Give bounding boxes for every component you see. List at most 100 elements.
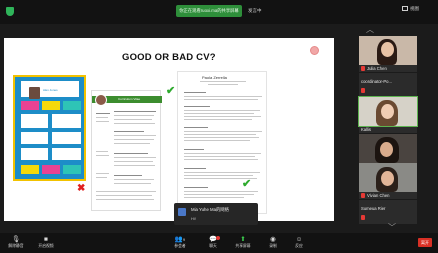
participant-name: Julia Chen	[367, 66, 387, 71]
cv-text-line	[184, 187, 208, 188]
cv-header: Alex Jones	[21, 81, 79, 99]
leave-button[interactable]: 离开	[418, 238, 432, 247]
cv-block	[21, 148, 48, 160]
cv-block	[21, 114, 48, 128]
checkmark-icon: ✔	[242, 178, 252, 190]
cv-text-line	[184, 116, 261, 117]
cv-text-line	[184, 99, 258, 100]
scroll-down-icon[interactable]: ﹀	[388, 222, 396, 233]
cv-text-line	[114, 143, 150, 144]
microphone-icon: 🎙	[11, 236, 21, 243]
top-bar: 你正在观看ruoxi.ma的共享屏幕 发言中 视图	[0, 0, 438, 24]
cv-photo	[95, 94, 107, 106]
cv-block	[52, 114, 81, 128]
participant-tile[interactable]: coordinator-Po...	[359, 73, 417, 97]
participant-tile[interactable]: Vivian Chen	[359, 163, 417, 199]
grid-view-icon	[402, 6, 408, 12]
muted-mic-icon	[361, 66, 365, 72]
scroll-up-icon[interactable]: ︿	[366, 24, 374, 35]
share-screen-icon: ⬆	[240, 236, 246, 243]
cv-block	[21, 165, 39, 174]
participant-tile-active-speaker[interactable]: Kallis	[358, 96, 418, 133]
participant-tile[interactable]: Sumeua Rier	[359, 200, 417, 224]
participant-name: Sumeua Rier	[361, 206, 386, 211]
cv-text-line	[96, 191, 156, 192]
record-button[interactable]: ◉ 录制	[261, 235, 285, 249]
chat-avatar-icon	[178, 208, 186, 216]
cv-text-line	[184, 106, 210, 107]
cv-text-line	[96, 121, 109, 122]
cv-text-line	[96, 177, 107, 178]
camera-icon: ■	[44, 236, 48, 243]
cv-text-line	[184, 149, 204, 150]
cv-text-line	[114, 179, 154, 180]
cv-text-line	[114, 139, 154, 140]
shared-screen: GOOD OR BAD CV? Alex Jones ✖ Curriculum …	[4, 38, 334, 221]
share-screen-button[interactable]: ⬆ 共享屏幕	[231, 235, 255, 249]
screen-share-banner[interactable]: 你正在观看ruoxi.ma的共享屏幕	[176, 5, 242, 17]
cv-block	[63, 165, 81, 174]
slide-title: GOOD OR BAD CV?	[122, 52, 216, 63]
chat-button[interactable]: 💬 聊天	[201, 235, 225, 249]
speaker-label: 发言中	[248, 8, 262, 13]
cv-name: Alex Jones	[43, 88, 58, 92]
participant-name: Vivian Chen	[367, 193, 390, 198]
cv-block	[21, 101, 39, 110]
participant-name: Kallis	[361, 127, 372, 132]
cv-text-line	[96, 195, 152, 196]
cv-text-line	[114, 131, 144, 132]
cv-thumbnail-green: Curriculum Vitae	[91, 90, 162, 211]
cv-text-line	[114, 123, 155, 124]
cv-text-line	[184, 175, 253, 176]
participant-video	[359, 36, 417, 65]
muted-mic-icon	[361, 88, 365, 94]
cv-text-line	[184, 168, 206, 169]
cv-text-line	[96, 173, 109, 174]
chat-icon: 💬	[208, 236, 218, 243]
chat-notification[interactable]: Mia Yuhe Ma的网络 Hi!	[174, 203, 258, 225]
participant-tile[interactable]: Julia Chen	[359, 36, 417, 72]
cv-text-line	[114, 161, 153, 162]
cv-text-line	[184, 153, 261, 154]
cv-thumbnail-classic: Paola Zerrella	[177, 71, 267, 214]
muted-mic-icon	[361, 193, 365, 199]
participants-button[interactable]: 👥9 参会者	[168, 235, 192, 249]
checkmark-icon: ✔	[166, 85, 176, 97]
reactions-button[interactable]: ☺ 反应	[287, 235, 311, 249]
shield-icon[interactable]	[6, 7, 14, 16]
cv-text-line	[184, 191, 258, 192]
cv-text-line	[114, 111, 156, 112]
muted-mic-icon	[361, 215, 365, 221]
cv-name: Paola Zerrella	[202, 75, 227, 80]
start-video-button[interactable]: ■ 开启视频	[34, 235, 58, 249]
cv-text-line	[114, 183, 151, 184]
cv-text-line	[114, 165, 155, 166]
cv-text-line	[114, 135, 156, 136]
unmute-button[interactable]: 🎙 解除静音	[4, 235, 28, 249]
cv-text-line	[184, 137, 259, 138]
cv-text-line	[184, 159, 258, 160]
chat-sender: Mia Yuhe Ma的网络	[191, 207, 229, 212]
cv-text-line	[96, 151, 108, 152]
slide-decoration-circle	[310, 46, 319, 55]
record-icon: ◉	[270, 236, 276, 243]
cv-text-line	[96, 155, 109, 156]
cv-block	[42, 165, 60, 174]
chat-unread-badge	[216, 236, 220, 240]
view-button[interactable]: 视图	[402, 6, 419, 12]
participant-video	[359, 134, 417, 163]
cv-header-text: Curriculum Vitae	[118, 97, 141, 101]
cv-text-line	[184, 156, 255, 157]
cv-block	[42, 101, 60, 110]
participants-icon: 👥9	[174, 236, 186, 243]
cv-text-line	[184, 92, 206, 93]
cv-text-line	[114, 115, 154, 116]
meeting-window: 你正在观看ruoxi.ma的共享屏幕 发言中 视图 GOOD OR BAD CV…	[0, 0, 438, 253]
cv-text-line	[184, 113, 254, 114]
cv-text-line	[184, 194, 254, 195]
cv-text-line	[114, 175, 142, 176]
cv-text-line	[184, 127, 208, 128]
cv-text-line	[184, 131, 262, 132]
cv-block	[21, 132, 48, 144]
cv-text-line	[208, 84, 238, 85]
